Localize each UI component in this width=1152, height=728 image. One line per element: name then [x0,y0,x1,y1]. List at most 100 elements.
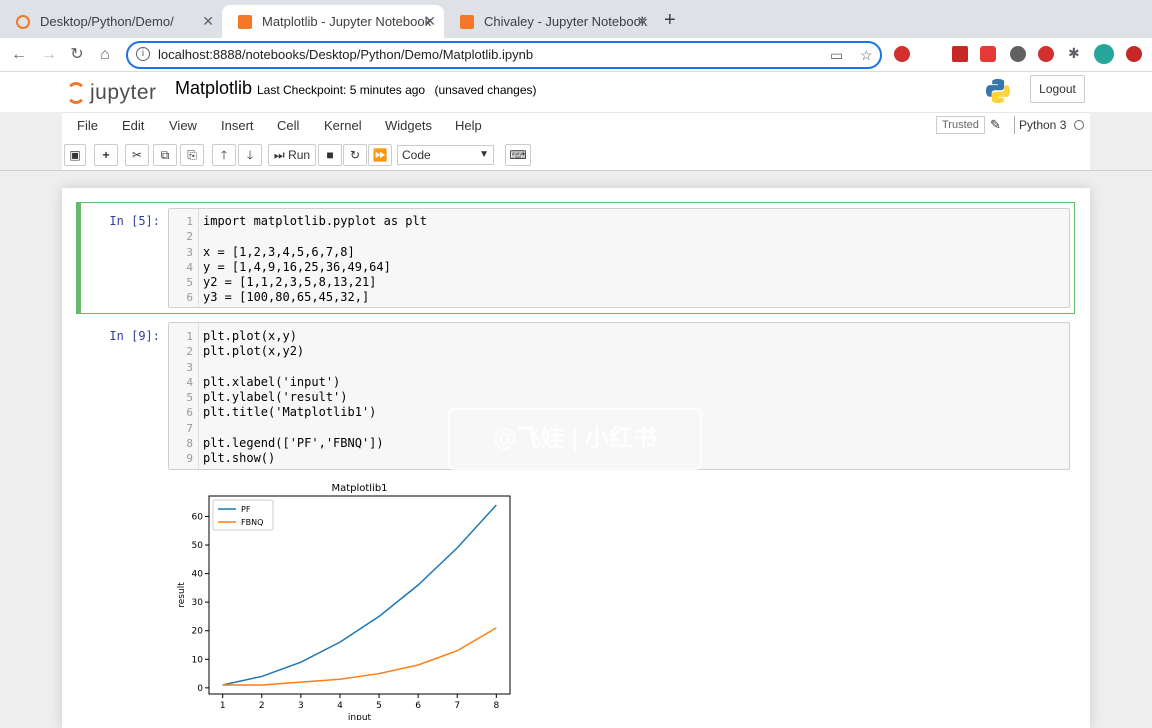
x-tick-label: 7 [454,701,460,711]
menu-file[interactable]: File [77,118,98,133]
interrupt-button[interactable]: ■ [318,144,342,166]
reload-icon[interactable]: ↻ [66,44,88,66]
y-tick-label: 0 [197,684,203,694]
edit-pencil-icon[interactable]: ✎ [990,117,1001,133]
stop-icon: ■ [326,148,334,162]
code-line: y3 = [100,80,65,45,32,] [203,290,370,304]
browser-tab-active[interactable]: Matplotlib - Jupyter Notebook ✕ [222,5,444,38]
code-editor[interactable]: 1 2 3 4 5 6 import matplotlib.pyplot as … [168,208,1070,308]
cell-prompt: In [9]: [109,329,160,343]
menu-widgets[interactable]: Widgets [385,118,432,133]
code-line: plt.xlabel('input') [203,375,341,389]
cast-icon[interactable]: ▭ [830,47,843,64]
menu-edit[interactable]: Edit [122,118,144,133]
arrow-down-icon: 🡓 [246,148,254,162]
code-line: plt.ylabel('result') [203,390,348,404]
close-tab-icon[interactable]: ✕ [636,5,648,38]
browser-tab-strip: Desktop/Python/Demo/ ✕ Matplotlib - Jupy… [0,0,1152,38]
code-line: x = [1,2,3,4,5,6,7,8] [203,245,355,259]
line-number: 4 [186,376,193,389]
trusted-badge[interactable]: Trusted [936,116,985,134]
checkpoint-status: Last Checkpoint: 5 minutes ago (unsaved … [257,83,537,97]
save-button[interactable]: ▣ [64,144,86,166]
plus-icon: + [102,148,110,162]
cell-prompt: In [5]: [109,214,160,228]
tab-label: Desktop/Python/Demo/ [40,14,174,29]
checkpoint-text: Last Checkpoint: 5 minutes ago [257,83,426,97]
extension-icon[interactable] [894,46,910,62]
code-line: y2 = [1,1,2,3,5,8,13,21] [203,275,377,289]
command-palette-button[interactable]: ⌨ [505,144,531,166]
fast-forward-icon: ⏩ [372,148,388,162]
menu-insert[interactable]: Insert [221,118,254,133]
notebook-title[interactable]: Matplotlib [175,78,252,99]
tab-label: Chivaley - Jupyter Notebook [484,14,648,29]
jupyter-logo-text: jupyter [90,81,157,104]
new-tab-icon[interactable]: + [664,10,676,30]
extensions-puzzle-icon[interactable]: ✱ [1068,45,1084,61]
profile-avatar[interactable] [1094,44,1114,64]
extension-icon[interactable] [1010,46,1026,62]
keyboard-icon: ⌨ [509,148,527,162]
browser-tab[interactable]: Desktop/Python/Demo/ ✕ [0,5,222,38]
x-tick-label: 4 [337,701,343,711]
cell-type-value: Code [402,148,431,162]
line-number: 3 [186,246,193,259]
line-number: 4 [186,261,193,274]
cut-button[interactable]: ✂ [125,144,149,166]
browser-tab[interactable]: Chivaley - Jupyter Notebook ✕ [444,5,656,38]
forward-icon[interactable]: → [38,44,60,66]
code-line: import matplotlib.pyplot as plt [203,214,427,228]
legend-label: FBNQ [241,518,263,527]
notebook-favicon-icon [238,15,252,29]
back-icon[interactable]: ← [8,44,30,66]
code-line: plt.plot(x,y2) [203,344,305,358]
jupyter-favicon-icon [16,15,30,29]
x-tick-label: 6 [415,701,421,711]
jupyter-header: jupyter [0,72,1152,112]
step-forward-icon: ⏭ [273,148,285,162]
code-line: plt.plot(x,y) [203,329,297,343]
line-number: 5 [186,391,193,404]
plot-output: 1 2 3 4 5 6 7 8 0 10 20 30 40 50 60 Matplotlib1 input res… [177,483,511,720]
menu-kernel[interactable]: Kernel [324,118,362,133]
menu-cell[interactable]: Cell [277,118,299,133]
home-icon[interactable]: ⌂ [94,44,116,66]
legend-label: PF [241,505,251,514]
run-button[interactable]: ⏭ Run [268,144,316,166]
menu-help[interactable]: Help [455,118,482,133]
line-number: 2 [186,345,193,358]
code-line: plt.legend(['PF','FBNQ']) [203,436,384,450]
chart-title: Matplotlib1 [331,483,387,494]
site-info-icon[interactable]: i [136,47,150,61]
run-label: Run [288,148,311,162]
bookmark-star-icon[interactable]: ☆ [860,47,873,64]
kernel-name[interactable]: Python 3 [1019,118,1066,132]
move-up-button[interactable]: 🡑 [212,144,236,166]
x-tick-label: 1 [220,701,226,711]
x-tick-label: 8 [493,701,499,711]
code-line: plt.title('Matplotlib1') [203,405,377,419]
extension-icon[interactable] [952,46,968,62]
close-tab-icon[interactable]: ✕ [424,5,436,38]
notebook-favicon-icon [460,15,474,29]
adblock-icon[interactable] [1038,46,1054,62]
line-number: 7 [186,422,193,435]
copy-icon: ⧉ [160,148,170,162]
tab-label: Matplotlib - Jupyter Notebook [262,14,432,29]
add-cell-button[interactable]: + [94,144,118,166]
paste-button[interactable]: ⎘ [180,144,204,166]
line-number: 8 [186,437,193,450]
url-field[interactable]: i localhost:8888/notebooks/Desktop/Pytho… [126,41,882,69]
close-tab-icon[interactable]: ✕ [202,5,214,38]
move-down-button[interactable]: 🡓 [238,144,262,166]
logout-button[interactable]: Logout [1030,75,1085,103]
restart-run-all-button[interactable]: ⏩ [368,144,392,166]
cell-type-select[interactable]: Code ▼ [397,145,494,165]
menu-view[interactable]: View [169,118,197,133]
extension-icon[interactable] [980,46,996,62]
extension-icon[interactable] [1126,46,1142,62]
python-logo-icon [986,79,1010,103]
copy-button[interactable]: ⧉ [153,144,177,166]
restart-button[interactable]: ↻ [343,144,367,166]
